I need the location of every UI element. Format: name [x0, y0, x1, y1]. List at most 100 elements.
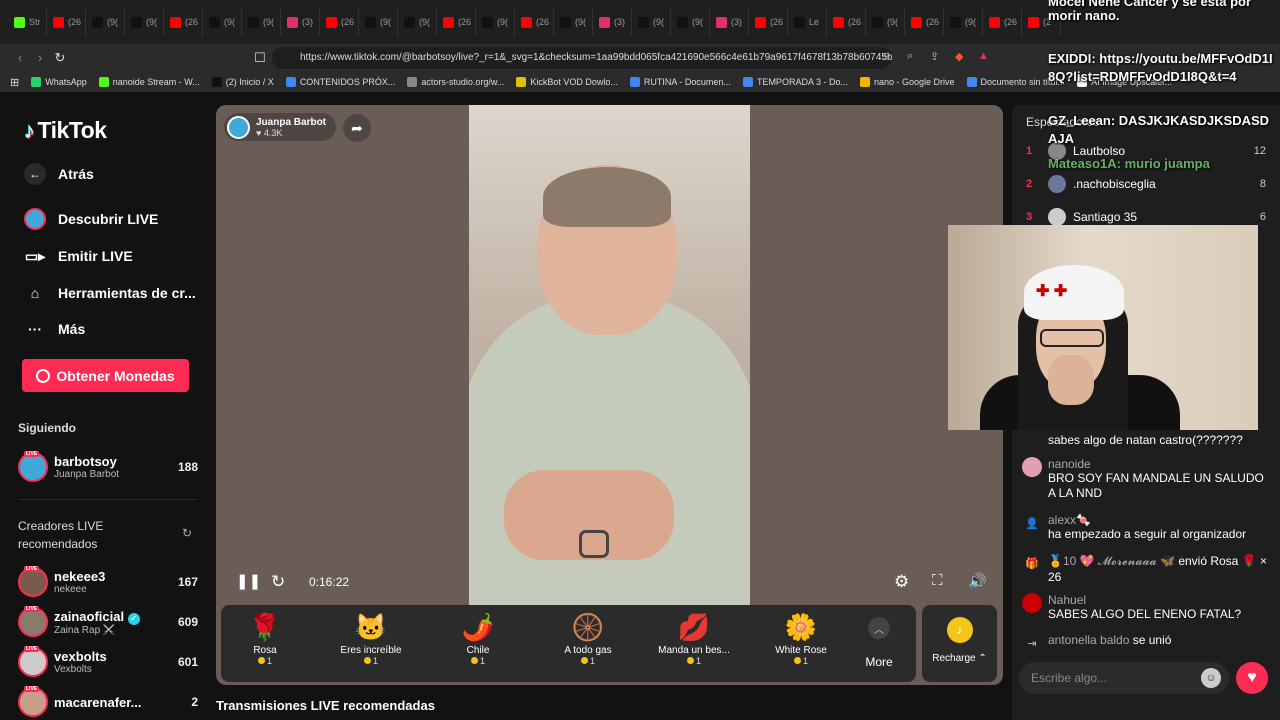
volume-icon[interactable]: 🔊 [968, 572, 987, 590]
live-video[interactable] [469, 105, 750, 605]
gift-a-todo-gas[interactable]: 🛞 A todo gas 1 [533, 613, 643, 666]
bookmark-item[interactable]: CONTENIDOS PRÓX... [285, 77, 395, 87]
browser-tab[interactable]: (9( [242, 8, 281, 36]
gift-eres-increible[interactable]: 🐱 Eres increíble 1 [316, 613, 426, 666]
gift-white-rose[interactable]: 🌼 White Rose 1 [746, 613, 856, 666]
recharge-button[interactable]: ♪ Recharge ⌃ [922, 605, 997, 682]
browser-tab[interactable]: (9( [86, 8, 125, 36]
browser-tab[interactable]: (26 [164, 8, 203, 36]
tab-label: (9( [263, 17, 274, 27]
reload-icon[interactable]: ↻ [50, 50, 70, 66]
refresh-icon[interactable]: ↻ [271, 572, 285, 592]
brave-shield-icon[interactable]: ◆ [955, 50, 963, 63]
brave-rewards-icon[interactable]: ▲ [978, 50, 989, 62]
streamer-badge[interactable]: Juanpa Barbot ♥ 4.3K [224, 113, 336, 141]
browser-tab[interactable]: (3) [710, 8, 749, 36]
more-gifts-button[interactable]: ︿ More [854, 617, 904, 669]
browser-tab[interactable]: (9( [203, 8, 242, 36]
pause-icon[interactable]: ❚❚ [236, 572, 261, 590]
recommended-item[interactable]: LIVE vexbolts Vexbolts 601 [18, 644, 198, 680]
share-icon[interactable]: ⇪ [930, 50, 939, 63]
share-arrow-icon: ➦ [351, 119, 363, 136]
gift-name: Manda un bes... [658, 645, 730, 656]
browser-tab[interactable]: (9( [554, 8, 593, 36]
message-nick[interactable]: Nahuel [1048, 593, 1241, 607]
browser-tab[interactable]: (26 [905, 8, 944, 36]
gift-name: Eres increíble [340, 645, 402, 656]
nav-discover-live[interactable]: Descubrir LIVE [24, 208, 158, 230]
browser-tab[interactable]: (26 [827, 8, 866, 36]
bookmark-item[interactable]: KickBot VOD Dowlo... [516, 77, 618, 87]
nav-back[interactable]: ← Atrás [24, 163, 94, 185]
like-button[interactable]: ♥ [1236, 662, 1268, 694]
browser-tab[interactable]: (26 [515, 8, 554, 36]
settings-icon[interactable]: ⚙ [894, 572, 909, 592]
tab-label: (9( [380, 17, 391, 27]
share-button[interactable]: ➦ [343, 114, 371, 142]
tab-favicon-icon [53, 16, 64, 28]
browser-tab[interactable]: (3) [281, 8, 320, 36]
browser-tab[interactable]: (26 [983, 8, 1022, 36]
browser-tab[interactable]: Str [8, 8, 47, 36]
following-item[interactable]: LIVE barbotsoy Juanpa Barbot 188 [18, 449, 198, 485]
get-coins-button[interactable]: Obtener Monedas [22, 359, 189, 392]
nav-more[interactable]: ··· Más [24, 318, 85, 340]
bookmark-item[interactable]: TEMPORADA 3 - Do... [742, 77, 848, 87]
bookmark-item[interactable]: nano - Google Drive [859, 77, 955, 87]
browser-tab[interactable]: (9( [944, 8, 983, 36]
zoom-icon[interactable]: ⌕ [907, 50, 913, 63]
bookmark-item[interactable]: WhatsApp [31, 77, 87, 87]
browser-tab[interactable]: (9( [125, 8, 164, 36]
tab-favicon-icon [833, 16, 844, 28]
emoji-icon[interactable]: ☺ [1201, 668, 1221, 688]
bookmark-item[interactable]: actors-studio.org/w... [407, 77, 504, 87]
browser-tab[interactable]: (9( [671, 8, 710, 36]
recommended-item[interactable]: LIVE zainaoficial ✓ Zaina Rap ⚔️ 609 [18, 604, 198, 640]
message-nick[interactable]: nanoide [1048, 457, 1272, 471]
nav-go-live[interactable]: ▭▸ Emitir LIVE [24, 245, 133, 267]
bookmark-item[interactable]: nanoide Stream - W... [98, 77, 200, 87]
live-player[interactable]: Juanpa Barbot ♥ 4.3K ➦ ❚❚ ↻ 0:16:22 ⚙ ⛶ 🔊… [216, 105, 1003, 685]
gift-chile[interactable]: 🌶️ Chile 1 [423, 613, 533, 666]
address-bar[interactable]: https://www.tiktok.com/@barbotsoy/live?_… [272, 47, 892, 69]
translate-icon[interactable]: ⦸ [883, 50, 890, 63]
chat-message: ⇥ antonella baldo se unió [1022, 633, 1272, 653]
viewer-count: 2 [191, 695, 198, 709]
message-nick[interactable]: 🏅10 💖 𝓜𝓸𝓻𝓮𝓷𝓪𝓪𝓪 🦋 [1048, 554, 1175, 568]
white-rose-icon: 🌼 [784, 612, 818, 642]
browser-tab[interactable]: (9( [476, 8, 515, 36]
browser-tab[interactable]: Le [788, 8, 827, 36]
gift-rosa[interactable]: 🌹 Rosa 1 [216, 613, 320, 666]
message-nick[interactable]: antonella baldo [1048, 633, 1129, 647]
browser-tab[interactable]: (9( [632, 8, 671, 36]
refresh-icon[interactable]: ↻ [182, 526, 192, 540]
chat-input[interactable]: Escribe algo... ☺ [1019, 662, 1229, 694]
gift-manda-un-beso[interactable]: 💋 Manda un bes... 1 [639, 613, 749, 666]
recommended-item[interactable]: LIVE macarenafer... 2 [18, 684, 198, 720]
more-label: More [865, 655, 893, 669]
tab-favicon-icon [677, 16, 688, 28]
apps-icon[interactable]: ⊞ [10, 76, 19, 89]
ranking-row[interactable]: 2 .nachobisceglia 8 [1026, 172, 1266, 196]
browser-tab[interactable]: (26 [47, 8, 86, 36]
browser-tab[interactable]: (9( [866, 8, 905, 36]
browser-tab[interactable]: (9( [398, 8, 437, 36]
recommended-item[interactable]: LIVE nekeee3 nekeee 167 [18, 564, 198, 600]
browser-tab[interactable]: (26 [437, 8, 476, 36]
bookmark-item[interactable]: RUTINA - Documen... [629, 77, 731, 87]
bookmark-item[interactable]: (2) Inicio / X [211, 77, 274, 87]
browser-tab[interactable]: (26 [749, 8, 788, 36]
forward-icon[interactable]: › [30, 50, 50, 65]
browser-tab[interactable]: (3) [593, 8, 632, 36]
bookmark-label: KickBot VOD Dowlo... [530, 77, 618, 87]
back-icon[interactable]: ‹ [10, 50, 30, 65]
browser-tab[interactable]: (9( [359, 8, 398, 36]
tiktok-logo[interactable]: ♪ TikTok [24, 117, 107, 144]
bookmark-icon[interactable]: ☐ [250, 50, 270, 66]
tab-favicon-icon [755, 16, 766, 28]
fullscreen-icon[interactable]: ⛶ [932, 572, 943, 589]
tab-favicon-icon [482, 16, 493, 28]
message-nick[interactable]: alexx🍬 [1048, 513, 1246, 527]
nav-creator-tools[interactable]: ⌂ Herramientas de cr... [24, 282, 196, 304]
browser-tab[interactable]: (26 [320, 8, 359, 36]
